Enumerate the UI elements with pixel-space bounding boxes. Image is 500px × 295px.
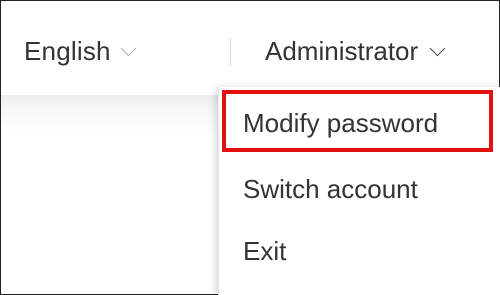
- chevron-down-icon: [120, 40, 136, 56]
- menu-item-modify-password[interactable]: Modify password: [243, 108, 438, 139]
- chevron-down-icon: [429, 40, 446, 56]
- menu-item-switch-account[interactable]: Switch account: [243, 174, 418, 205]
- language-label: English: [24, 35, 111, 66]
- menu-item-exit[interactable]: Exit: [243, 236, 286, 267]
- user-menu-trigger[interactable]: Administrator: [265, 34, 446, 68]
- username-label: Administrator: [265, 35, 419, 66]
- language-selector[interactable]: English: [24, 34, 136, 68]
- header-divider: [230, 38, 231, 66]
- user-dropdown-menu: Modify password Switch account Exit: [218, 87, 500, 295]
